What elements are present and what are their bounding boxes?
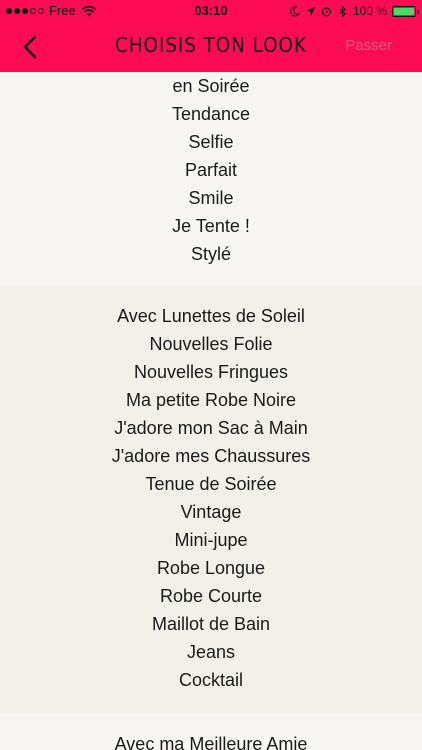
section-friends: Avec ma Meilleure Amie — [0, 713, 422, 750]
list-item[interactable]: Robe Courte — [0, 582, 422, 610]
look-list[interactable]: en Soirée Tendance Selfie Parfait Smile … — [0, 72, 422, 750]
status-right: 100 % — [289, 0, 419, 22]
list-item[interactable]: Selfie — [0, 128, 422, 156]
list-item[interactable]: Je Tente ! — [0, 212, 422, 240]
list-item[interactable]: Nouvelles Fringues — [0, 358, 422, 386]
list-item[interactable]: Avec ma Meilleure Amie — [0, 730, 422, 750]
list-item[interactable]: Mini-jupe — [0, 526, 422, 554]
moon-icon — [290, 5, 300, 17]
navigation-bar: CHOISIS TON LOOK Passer — [0, 22, 422, 72]
list-item[interactable]: Cocktail — [0, 666, 422, 694]
list-item[interactable]: Maillot de Bain — [0, 610, 422, 638]
section-style: Avec Lunettes de Soleil Nouvelles Folie … — [0, 286, 422, 713]
section-mood: en Soirée Tendance Selfie Parfait Smile … — [0, 72, 422, 286]
skip-button[interactable]: Passer — [345, 37, 392, 54]
list-item[interactable]: Robe Longue — [0, 554, 422, 582]
list-item[interactable]: J'adore mon Sac à Main — [0, 414, 422, 442]
bluetooth-icon — [339, 5, 347, 17]
list-item[interactable]: Jeans — [0, 638, 422, 666]
location-icon — [305, 6, 316, 16]
list-item[interactable]: Stylé — [0, 240, 422, 268]
status-bar: Free 03:10 100 % — [0, 0, 422, 22]
list-item[interactable]: en Soirée — [0, 72, 422, 100]
list-item[interactable]: Tendance — [0, 100, 422, 128]
list-item[interactable]: Smile — [0, 184, 422, 212]
list-item[interactable]: Tenue de Soirée — [0, 470, 422, 498]
battery-level — [394, 7, 414, 15]
list-item[interactable]: Nouvelles Folie — [0, 330, 422, 358]
battery-percent: 100 % — [352, 4, 387, 18]
battery-icon — [392, 5, 419, 17]
list-item[interactable]: J'adore mes Chaussures — [0, 442, 422, 470]
battery-tip — [417, 9, 419, 14]
header: Free 03:10 100 % CHOISIS TON LOOK Passer — [0, 0, 422, 72]
list-item[interactable]: Ma petite Robe Noire — [0, 386, 422, 414]
list-item[interactable]: Avec Lunettes de Soleil — [0, 302, 422, 330]
list-item[interactable]: Parfait — [0, 156, 422, 184]
alarm-icon — [321, 6, 332, 16]
list-item[interactable]: Vintage — [0, 498, 422, 526]
